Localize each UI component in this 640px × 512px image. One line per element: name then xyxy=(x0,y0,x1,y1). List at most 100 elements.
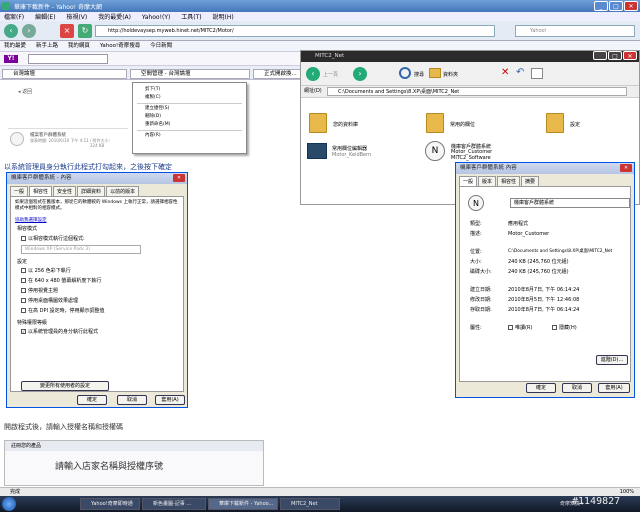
search-icon[interactable] xyxy=(399,67,411,79)
file-label[interactable]: 常用欄位編輯器 xyxy=(332,145,367,152)
setting-checkbox[interactable] xyxy=(21,308,26,313)
setting-checkbox[interactable] xyxy=(21,268,26,273)
menu-file[interactable]: 檔案(F) xyxy=(4,14,24,21)
prop-value: 應用程式 xyxy=(508,221,529,227)
menu-item-shortcut[interactable]: 建立捷徑(S) xyxy=(133,105,246,113)
menu-edit[interactable]: 編輯(E) xyxy=(35,14,55,21)
zoom-level[interactable]: 100% xyxy=(620,488,634,496)
menu-item-delete[interactable]: 刪除(D) xyxy=(133,113,246,121)
setting-label: 停用視覺主題 xyxy=(28,288,59,294)
back-icon[interactable]: ‹ xyxy=(4,24,18,38)
taskbar-item[interactable]: MITC2_Net xyxy=(280,498,340,510)
taskbar-item[interactable]: 新色畫圖-記事 ... xyxy=(142,498,206,510)
props-cancel-button[interactable]: 取消 xyxy=(562,383,592,393)
cancel-button[interactable]: 取消 xyxy=(117,395,147,405)
explorer-forward-icon[interactable]: › xyxy=(353,67,367,81)
menu-item-rename[interactable]: 重新命名(M) xyxy=(133,121,246,129)
browser-title-bar: 華庫下載新件 - Yahoo! 奇摩大網 _ □ ✕ xyxy=(0,0,640,12)
app-icon[interactable] xyxy=(307,143,327,159)
setting-checkbox[interactable] xyxy=(21,298,26,303)
folders-label[interactable]: 資料夾 xyxy=(443,71,458,78)
setting-checkbox[interactable] xyxy=(21,278,26,283)
tab-forum[interactable]: 台灣論壇 xyxy=(2,69,127,79)
tab-version[interactable]: 版本 xyxy=(478,176,497,186)
tab-space-manage[interactable]: 空間管理 - 台灣論壇 xyxy=(130,69,250,79)
address-input[interactable]: http://holdevaysep.myweb.hinet.net/MITC2… xyxy=(95,25,495,37)
hidden-checkbox[interactable] xyxy=(552,325,557,330)
tab-general[interactable]: 一般 xyxy=(459,176,478,186)
folders-icon[interactable] xyxy=(429,68,441,78)
file-sublabel: MITC2_Software xyxy=(451,155,491,161)
folder-icon[interactable] xyxy=(426,113,444,133)
prop-label: 類型: xyxy=(470,221,482,227)
back-link[interactable]: ◂ 返回 xyxy=(18,88,32,95)
undo-icon[interactable]: ↶ xyxy=(516,68,524,78)
explorer-address-input[interactable]: C:\Documents and Settings\8.XP\桌面\MITC2_… xyxy=(327,87,627,96)
favorite-link[interactable]: 新手上路 xyxy=(36,43,58,49)
setting-checkbox[interactable] xyxy=(21,288,26,293)
props-ok-button[interactable]: 確定 xyxy=(526,383,556,393)
favorite-link[interactable]: Yahoo!奇摩搜尋 xyxy=(100,43,140,49)
folder-icon[interactable] xyxy=(309,113,327,133)
views-icon[interactable] xyxy=(531,68,543,79)
explorer-back-label[interactable]: 上一頁 xyxy=(323,71,338,78)
tab-details[interactable]: 詳細資料 xyxy=(77,186,106,196)
menu-help[interactable]: 說明(H) xyxy=(213,14,234,21)
menu-tools[interactable]: 工具(T) xyxy=(181,14,201,21)
explorer-back-icon[interactable]: ‹ xyxy=(306,67,320,81)
file-name-input[interactable]: 機庫客戶群體系統 xyxy=(510,198,630,208)
favorite-link[interactable]: 今日新聞 xyxy=(150,43,172,49)
tab-general[interactable]: 一般 xyxy=(10,186,29,196)
explorer-minimize-button[interactable]: _ xyxy=(593,51,607,60)
minimize-button[interactable]: _ xyxy=(594,1,608,11)
search-label[interactable]: 搜尋 xyxy=(414,71,424,78)
advanced-button[interactable]: 進階(D)... xyxy=(596,355,628,365)
group-settings-label: 設定 xyxy=(17,259,28,265)
stop-icon[interactable]: × xyxy=(60,24,74,38)
app-icon[interactable]: N xyxy=(425,141,445,161)
maximize-button[interactable]: □ xyxy=(609,1,623,11)
folder-label[interactable]: 設定 xyxy=(570,121,580,128)
tab-open[interactable]: 正式開啟換... xyxy=(253,69,301,79)
file-sublabel: Motor_KeidBern xyxy=(332,152,372,158)
tab-compatibility[interactable]: 相容性 xyxy=(29,186,53,196)
folder-label[interactable]: 常用的欄位 xyxy=(450,121,475,128)
start-icon[interactable] xyxy=(2,497,16,511)
taskbar-item[interactable]: 華庫下載新件 - Yahoo... xyxy=(208,498,278,510)
explorer-close-button[interactable]: ✕ xyxy=(623,51,637,60)
props-apply-button[interactable]: 套用(A) xyxy=(598,383,630,393)
tab-summary[interactable]: 摘要 xyxy=(521,176,540,186)
all-users-button[interactable]: 變更所有使用者的設定 xyxy=(21,381,109,391)
compat-mode-select[interactable]: Windows XP (Service Pack 3) xyxy=(21,245,141,254)
menu-item-copy[interactable]: 複製(C) xyxy=(133,94,246,102)
tab-compatibility[interactable]: 相容性 xyxy=(497,176,521,186)
folder-label[interactable]: 您的資料庫 xyxy=(333,121,358,128)
forward-icon[interactable]: › xyxy=(22,24,36,38)
delete-icon[interactable]: ✕ xyxy=(501,68,509,78)
favorite-link[interactable]: 我的最愛 xyxy=(4,43,26,49)
folder-icon[interactable] xyxy=(546,113,564,133)
menu-view[interactable]: 檢視(V) xyxy=(66,14,87,21)
dialog-close-button[interactable]: ✕ xyxy=(173,174,185,182)
yahoo-logo-icon[interactable]: Y! xyxy=(4,55,18,63)
admin-checkbox[interactable]: ✓ xyxy=(21,329,26,334)
prop-value: Motor_Customer xyxy=(508,231,550,237)
toolbar-search-input[interactable] xyxy=(28,54,108,64)
menu-item-properties[interactable]: 內容(R) xyxy=(133,132,246,140)
ok-button[interactable]: 確定 xyxy=(77,395,107,405)
explorer-maximize-button[interactable]: □ xyxy=(608,51,622,60)
tab-previous-versions[interactable]: 以前的版本 xyxy=(106,186,140,196)
apply-button[interactable]: 套用(A) xyxy=(155,395,185,405)
favorite-link[interactable]: 我的網頁 xyxy=(68,43,90,49)
compat-checkbox[interactable] xyxy=(21,236,26,241)
close-button[interactable]: ✕ xyxy=(624,1,638,11)
search-input[interactable]: Yahoo! xyxy=(515,25,635,37)
refresh-icon[interactable]: ↻ xyxy=(78,24,92,38)
props-close-button[interactable]: ✕ xyxy=(620,164,632,172)
menu-favorites[interactable]: 我的最愛(A) xyxy=(98,14,131,21)
menu-yahoo[interactable]: Yahoo!(Y) xyxy=(142,14,170,21)
tab-security[interactable]: 安全性 xyxy=(53,186,77,196)
taskbar-item[interactable]: Yahoo!奇摩即時通 xyxy=(80,498,140,510)
menu-item-cut[interactable]: 剪下(T) xyxy=(133,86,246,94)
readonly-checkbox[interactable] xyxy=(508,325,513,330)
